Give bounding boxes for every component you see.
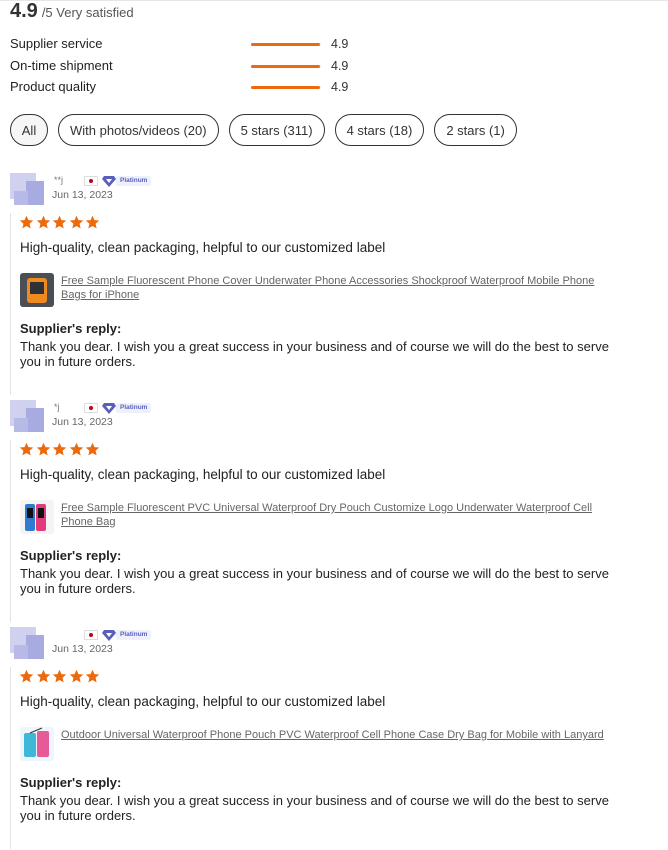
product-link[interactable]: Free Sample Fluorescent PVC Universal Wa… xyxy=(61,501,621,529)
metric-bar-fill xyxy=(251,64,320,68)
review-text: High-quality, clean packaging, helpful t… xyxy=(20,467,386,482)
metric-value: 4.9 xyxy=(331,58,349,73)
diamond-icon xyxy=(102,176,116,187)
review-filters: All With photos/videos (20) 5 stars (311… xyxy=(10,114,527,146)
star-icon xyxy=(69,215,83,229)
avatar xyxy=(10,173,44,207)
star-icon xyxy=(36,442,50,456)
filter-5-stars[interactable]: 5 stars (311) xyxy=(228,114,325,146)
star-icon xyxy=(52,442,67,456)
metric-supplier-service: Supplier service 4.9 xyxy=(10,34,410,56)
filter-with-photos[interactable]: With photos/videos (20) xyxy=(58,114,219,146)
star-icon xyxy=(19,669,34,683)
reviewer-name: **j xyxy=(54,175,64,185)
metric-on-time-shipment: On-time shipment 4.9 xyxy=(10,56,410,78)
metric-bar xyxy=(251,86,321,89)
review-date: Jun 13, 2023 xyxy=(52,643,113,655)
reviewed-product[interactable]: Free Sample Fluorescent Phone Cover Unde… xyxy=(20,273,620,309)
metric-bar-fill xyxy=(251,86,320,89)
review-date: Jun 13, 2023 xyxy=(52,189,113,201)
review-divider xyxy=(10,667,11,849)
star-icon xyxy=(85,442,100,456)
overall-score: 4.9 xyxy=(10,0,38,22)
metric-label: On-time shipment xyxy=(10,57,113,73)
supplier-reply-heading: Supplier's reply: xyxy=(20,321,122,336)
metric-bar xyxy=(251,64,321,68)
reviewed-product[interactable]: Outdoor Universal Waterproof Phone Pouch… xyxy=(20,727,620,763)
country-flag-icon xyxy=(84,176,98,186)
rating-summary: 4.9 /5 Very satisfied xyxy=(10,0,134,24)
filter-2-stars[interactable]: 2 stars (1) xyxy=(434,114,517,146)
diamond-icon xyxy=(102,630,116,641)
country-flag-icon xyxy=(84,403,98,413)
overall-score-suffix: /5 Very satisfied xyxy=(41,5,134,20)
review-card: Platinum Jun 13, 2023 High-quality, clea… xyxy=(10,627,650,849)
star-icon xyxy=(69,669,83,683)
review-text: High-quality, clean packaging, helpful t… xyxy=(20,240,386,255)
star-icon xyxy=(19,442,34,456)
supplier-reply-heading: Supplier's reply: xyxy=(20,548,122,563)
metric-value: 4.9 xyxy=(331,37,349,51)
country-flag-icon xyxy=(84,630,98,640)
supplier-reply-text: Thank you dear. I wish you a great succe… xyxy=(20,566,609,596)
star-rating xyxy=(19,215,102,230)
star-icon xyxy=(52,669,67,683)
product-thumbnail[interactable] xyxy=(20,727,54,761)
star-icon xyxy=(85,669,100,683)
metric-product-quality: Product quality 4.9 xyxy=(10,77,410,99)
platinum-badge: Platinum xyxy=(116,403,152,413)
product-thumbnail[interactable] xyxy=(20,500,54,534)
star-icon xyxy=(69,442,83,456)
supplier-reply-heading: Supplier's reply: xyxy=(20,775,122,790)
product-link[interactable]: Outdoor Universal Waterproof Phone Pouch… xyxy=(61,728,621,742)
star-rating xyxy=(19,669,102,684)
metric-bar-fill xyxy=(251,43,320,46)
review-divider xyxy=(10,440,11,622)
star-icon xyxy=(36,215,50,229)
product-link[interactable]: Free Sample Fluorescent Phone Cover Unde… xyxy=(61,274,621,302)
review-date: Jun 13, 2023 xyxy=(52,416,113,428)
review-card: **j Platinum Jun 13, 2023 High-quality, … xyxy=(10,173,650,395)
metric-label: Product quality xyxy=(10,79,96,94)
filter-4-stars[interactable]: 4 stars (18) xyxy=(334,114,425,146)
star-icon xyxy=(52,215,67,229)
supplier-reply-text: Thank you dear. I wish you a great succe… xyxy=(20,793,609,823)
review-card: *j Platinum Jun 13, 2023 High-quality, c… xyxy=(10,400,650,622)
review-text: High-quality, clean packaging, helpful t… xyxy=(20,694,386,709)
reviewed-product[interactable]: Free Sample Fluorescent PVC Universal Wa… xyxy=(20,500,620,536)
avatar xyxy=(10,400,44,434)
diamond-icon xyxy=(102,403,116,414)
product-thumbnail[interactable] xyxy=(20,273,54,307)
rating-metrics: Supplier service 4.9 On-time shipment 4.… xyxy=(10,34,410,99)
metric-value: 4.9 xyxy=(331,80,349,94)
star-rating xyxy=(19,442,102,457)
review-divider xyxy=(10,213,11,395)
avatar xyxy=(10,627,44,661)
filter-all[interactable]: All xyxy=(10,114,48,146)
supplier-reply-text: Thank you dear. I wish you a great succe… xyxy=(20,339,609,369)
reviewer-name: *j xyxy=(54,402,60,412)
metric-bar xyxy=(251,43,321,46)
platinum-badge: Platinum xyxy=(116,176,152,186)
metric-label: Supplier service xyxy=(10,36,103,51)
star-icon xyxy=(85,215,100,229)
star-icon xyxy=(19,215,34,229)
star-icon xyxy=(36,669,50,683)
platinum-badge: Platinum xyxy=(116,630,152,640)
